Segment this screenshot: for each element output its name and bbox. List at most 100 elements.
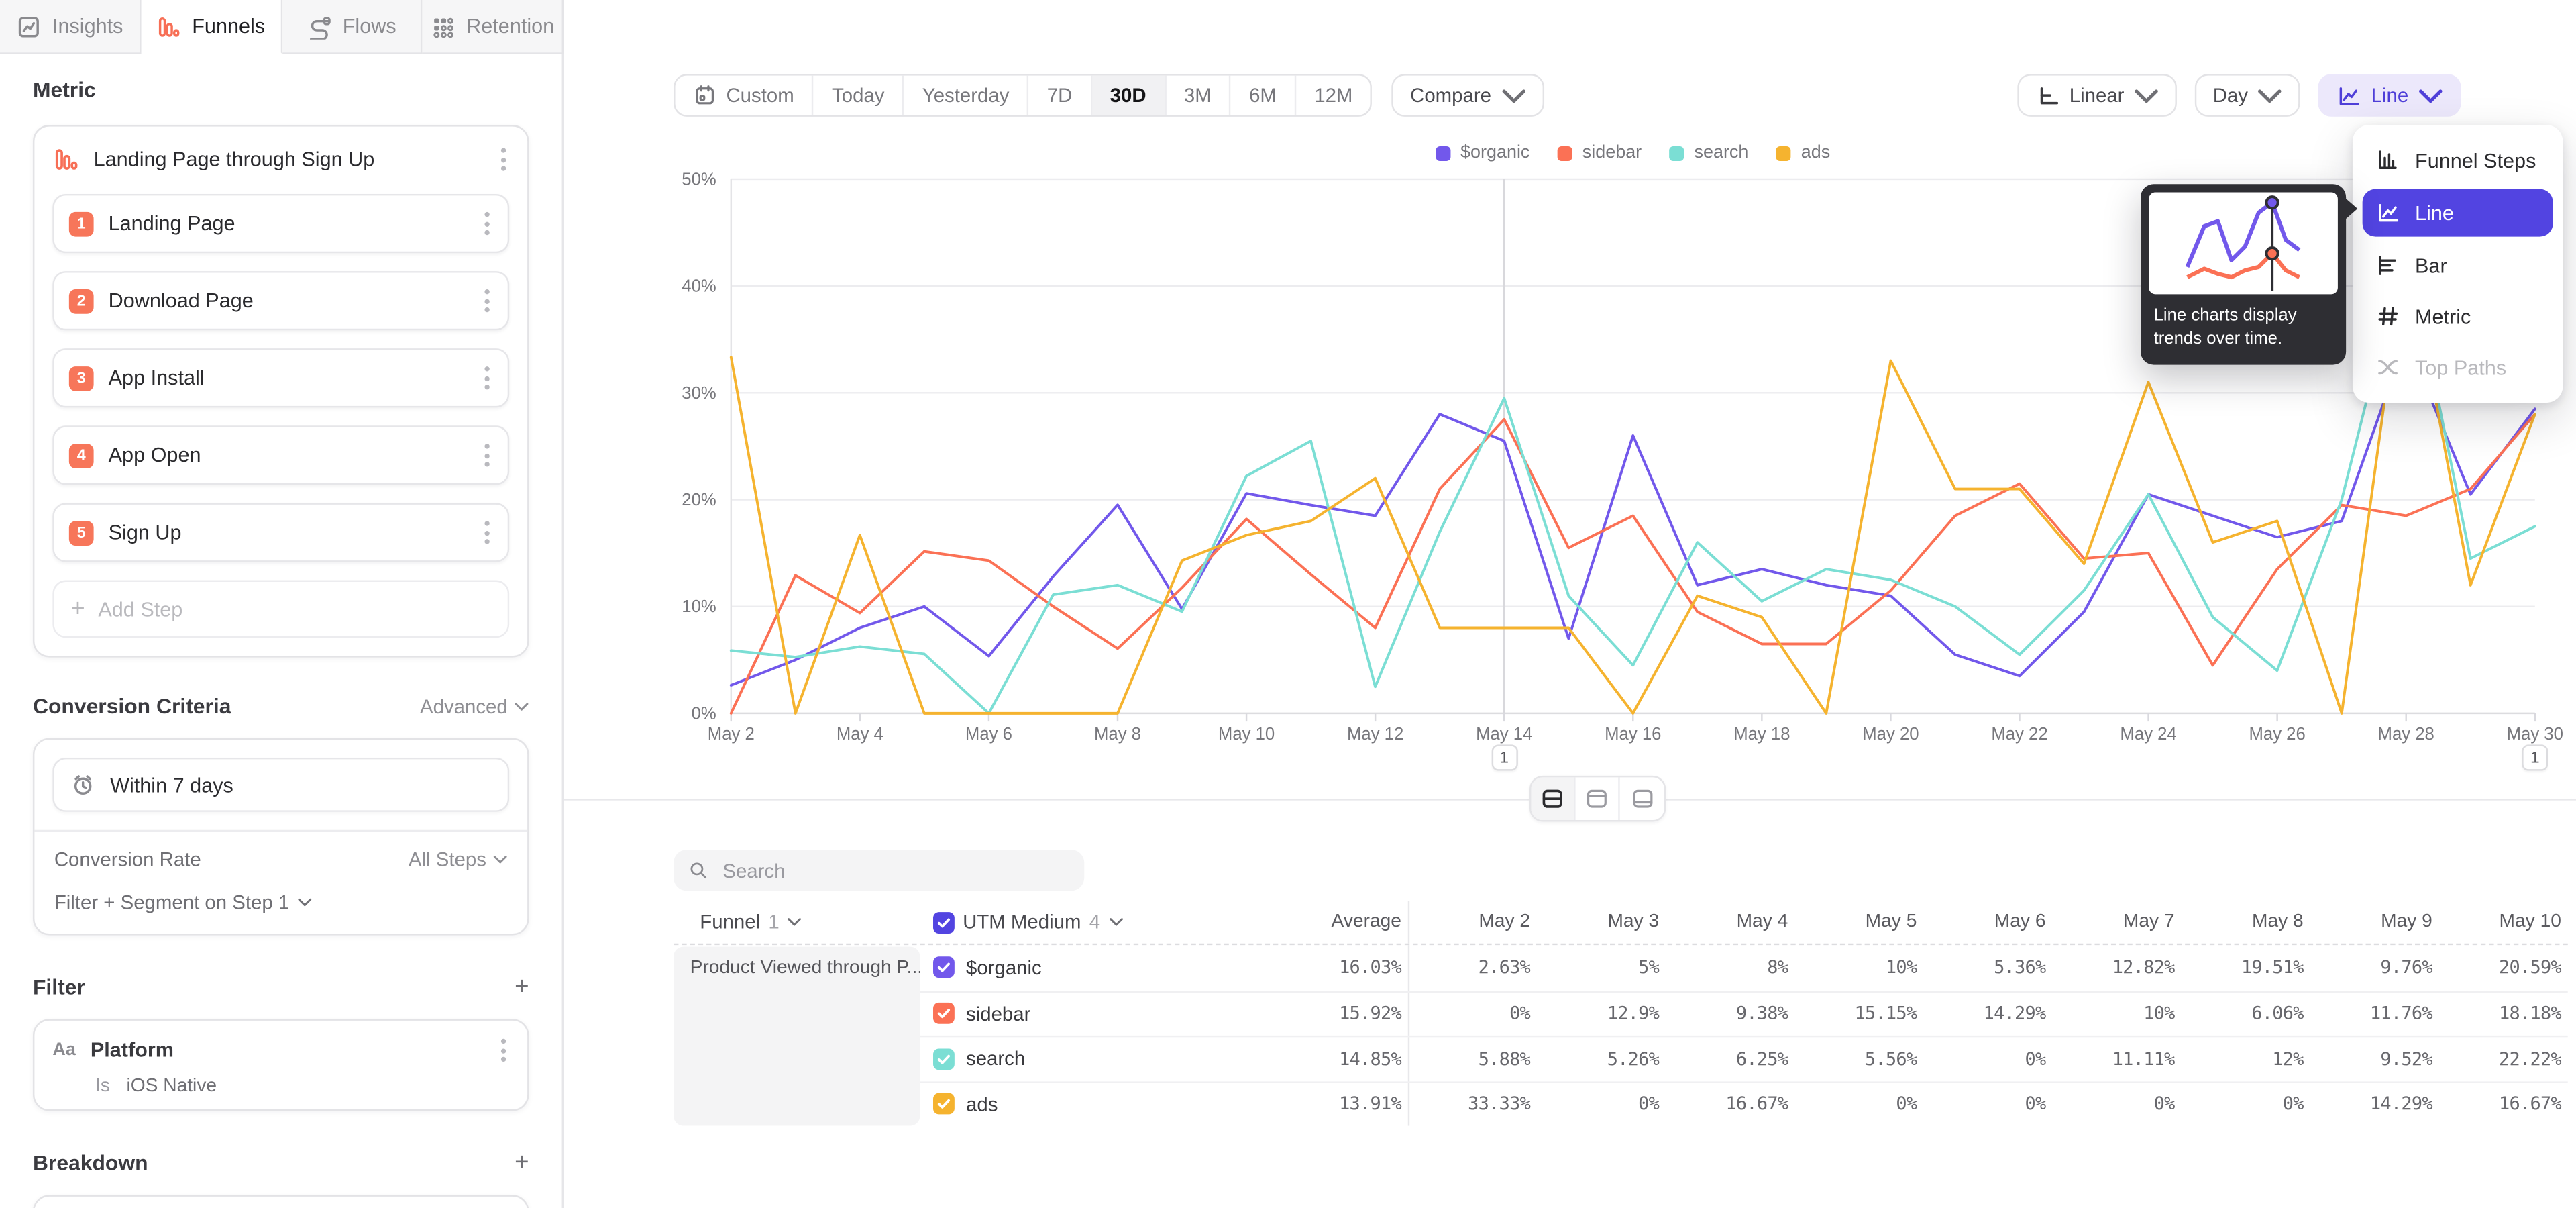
series-line-sidebar <box>731 414 2535 713</box>
retention-icon <box>430 14 455 39</box>
y-axis-tick-label: 50% <box>682 170 716 189</box>
row-checkbox-ads[interactable] <box>933 1093 955 1115</box>
filter-operator[interactable]: Is <box>95 1076 110 1096</box>
cell-value: 0% <box>2052 1093 2181 1115</box>
metric-heading: Metric <box>33 77 96 102</box>
cell-value: 12.9% <box>1537 1003 1666 1024</box>
table-row-sidebar[interactable]: sidebar15.92%0%12.9%9.38%15.15%14.29%10%… <box>674 991 2568 1036</box>
funnel-step-app-open[interactable]: 4App Open <box>52 425 509 485</box>
funnel-step-landing-page[interactable]: 1Landing Page <box>52 194 509 253</box>
metric-kebab-icon[interactable] <box>498 145 509 174</box>
step-kebab-icon[interactable] <box>482 440 493 470</box>
menu-item-line[interactable]: Line <box>2363 189 2553 237</box>
date-column-header[interactable]: May 2 <box>1408 901 1537 944</box>
layout-top-panel-icon[interactable] <box>1576 777 1620 820</box>
layout-split-rows-icon[interactable] <box>1531 777 1575 820</box>
cell-value: 5.56% <box>1794 1048 1923 1070</box>
step-kebab-icon[interactable] <box>482 517 493 547</box>
annotation-badge[interactable]: 1 <box>1491 744 1517 770</box>
conversion-criteria-heading: Conversion Criteria <box>33 693 231 718</box>
funnel-cell[interactable]: Product Viewed through P... <box>674 947 920 1126</box>
table-row-organic[interactable]: $organic16.03%2.63%5%8%10%5.36%12.82%19.… <box>674 945 2568 990</box>
date-column-header[interactable]: May 3 <box>1537 912 1666 932</box>
table-rows: Product Viewed through P... $organic16.0… <box>674 945 2568 1125</box>
filter-kebab-icon[interactable] <box>498 1036 509 1065</box>
cell-value: 9.52% <box>2310 1048 2439 1070</box>
date-column-header[interactable]: May 9 <box>2310 912 2439 932</box>
cell-value: 16.67% <box>1666 1093 1794 1115</box>
tab-insights[interactable]: Insights <box>0 0 141 54</box>
funnel-col-count: 1 <box>768 911 779 934</box>
date-column-header[interactable]: May 5 <box>1794 912 1923 932</box>
funnel-step-app-install[interactable]: 3App Install <box>52 348 509 407</box>
cell-value: 5.36% <box>1923 957 2052 978</box>
step-kebab-icon[interactable] <box>482 209 493 238</box>
tab-label: Insights <box>52 15 123 38</box>
cell-value: 14.29% <box>2310 1093 2439 1115</box>
cell-value: 6.25% <box>1666 1048 1794 1070</box>
step-label: App Install <box>109 366 467 389</box>
add-filter-button[interactable]: + <box>515 974 529 999</box>
tab-flows[interactable]: Flows <box>282 0 423 54</box>
row-name: $organic <box>966 956 1042 979</box>
x-axis-tick-label: May 14 <box>1476 725 1532 744</box>
chevron-down-icon <box>515 701 529 711</box>
filter-property[interactable]: Platform <box>91 1039 483 1062</box>
tab-funnels[interactable]: Funnels <box>141 0 282 54</box>
table-row-ads[interactable]: ads13.91%33.33%0%16.67%0%0%0%0%14.29%16.… <box>674 1080 2568 1125</box>
cell-value: 19.51% <box>2181 957 2310 978</box>
date-column-header[interactable]: May 6 <box>1923 912 2052 932</box>
funnel-column-header[interactable]: Funnel 1 <box>674 911 920 934</box>
cell-value: 20.59% <box>2439 957 2568 978</box>
advanced-dropdown[interactable]: Advanced <box>420 695 529 717</box>
select-all-checkbox[interactable] <box>933 911 955 933</box>
annotation-badge[interactable]: 1 <box>2522 744 2548 770</box>
row-checkbox-sidebar[interactable] <box>933 1003 955 1024</box>
step-kebab-icon[interactable] <box>482 286 493 315</box>
breakdown-column-header[interactable]: UTM Medium 4 <box>920 911 1166 934</box>
date-column-header[interactable]: May 7 <box>2052 912 2181 932</box>
breakdown-heading: Breakdown <box>33 1150 148 1175</box>
cell-value: 0% <box>1408 992 1537 1036</box>
conversion-rate-dropdown[interactable]: All Steps <box>409 848 508 871</box>
y-axis-tick-label: 0% <box>692 704 716 723</box>
y-axis-tick-label: 30% <box>682 384 716 403</box>
row-name: search <box>966 1048 1025 1070</box>
table-row-search[interactable]: search14.85%5.88%5.26%6.25%5.56%0%11.11%… <box>674 1036 2568 1080</box>
x-axis-tick-label: May 2 <box>708 725 755 744</box>
date-column-header[interactable]: May 8 <box>2181 912 2310 932</box>
conversion-window-button[interactable]: Within 7 days <box>52 758 509 812</box>
x-axis-tick-label: May 10 <box>1218 725 1275 744</box>
average-value: 15.92% <box>1167 1003 1408 1024</box>
filter-segment-dropdown[interactable]: Filter + Segment on Step 1 <box>34 878 527 934</box>
funnel-step-sign-up[interactable]: 5Sign Up <box>52 503 509 562</box>
x-axis-tick-label: May 12 <box>1347 725 1403 744</box>
add-step-button[interactable]: + Add Step <box>52 580 509 638</box>
average-value: 13.91% <box>1167 1093 1408 1115</box>
conversion-criteria-card: Within 7 days Conversion Rate All Steps … <box>33 738 529 936</box>
add-breakdown-button[interactable]: + <box>515 1150 529 1175</box>
tab-retention[interactable]: Retention <box>423 0 564 54</box>
row-checkbox-organic[interactable] <box>933 957 955 978</box>
menu-item-bar[interactable]: Bar <box>2363 243 2553 287</box>
menu-item-funnel-steps[interactable]: Funnel Steps <box>2363 138 2553 183</box>
cell-value: 12% <box>2181 1048 2310 1070</box>
cell-value: 6.06% <box>2181 1003 2310 1024</box>
search-input[interactable] <box>719 857 1069 883</box>
table-search[interactable] <box>674 850 1084 891</box>
row-name: sidebar <box>966 1002 1030 1025</box>
line-chart[interactable]: 0%10%20%30%40%50%May 2May 4May 6May 8May… <box>564 0 2576 781</box>
date-column-header[interactable]: May 4 <box>1666 912 1794 932</box>
tooltip-thumbnail <box>2149 193 2338 295</box>
date-column-header[interactable]: May 10 <box>2439 912 2568 932</box>
step-kebab-icon[interactable] <box>482 363 493 393</box>
filter-value[interactable]: iOS Native <box>126 1076 217 1096</box>
row-checkbox-search[interactable] <box>933 1048 955 1070</box>
layout-bottom-panel-icon[interactable] <box>1620 777 1664 820</box>
cell-value: 14.29% <box>1923 1003 2052 1024</box>
funnel-step-download-page[interactable]: 2Download Page <box>52 271 509 330</box>
menu-item-metric[interactable]: Metric <box>2363 294 2553 338</box>
x-axis-tick-label: May 24 <box>2120 725 2176 744</box>
average-column-header[interactable]: Average <box>1167 912 1408 932</box>
funnel-steps-list: 1Landing Page 2Download Page 3App Install 4… <box>52 194 509 562</box>
